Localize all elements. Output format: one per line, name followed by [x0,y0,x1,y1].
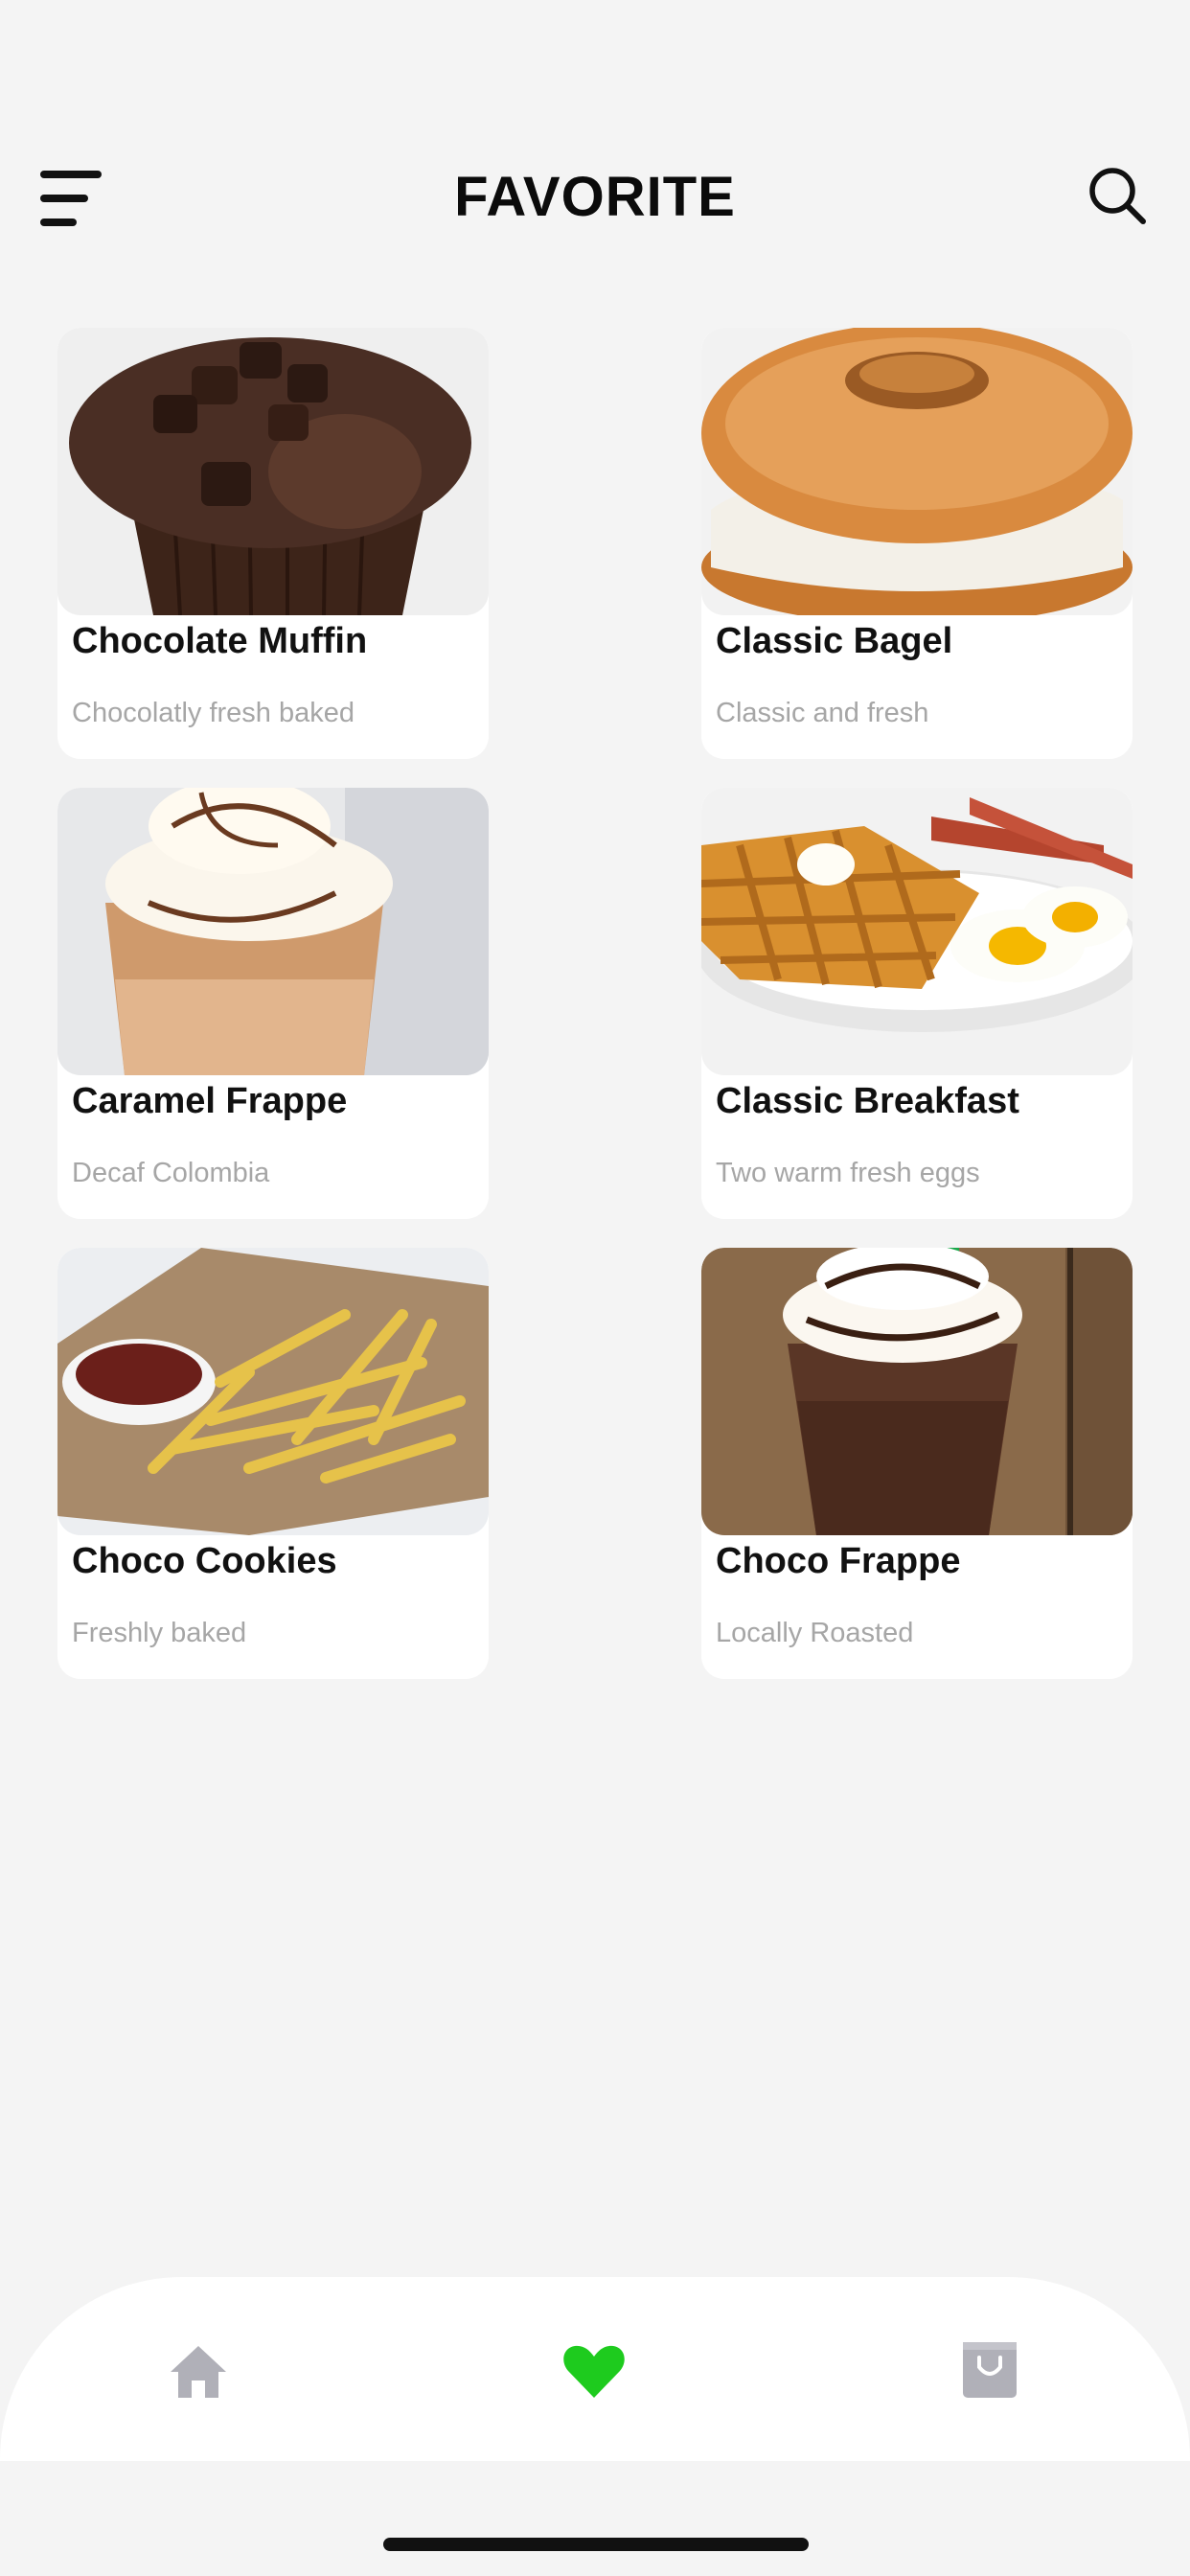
favorite-card[interactable]: Choco Cookies Freshly baked [57,1248,489,1679]
header: FAVORITE [0,0,1190,288]
product-name: Classic Breakfast [716,1081,1019,1121]
product-image-caramel-frappe [57,788,489,1075]
favorite-card[interactable]: Caramel Frappe Decaf Colombia [57,788,489,1219]
product-description: Two warm fresh eggs [716,1158,980,1188]
product-image-breakfast [701,788,1133,1075]
product-description: Freshly baked [72,1618,247,1648]
favorites-screen: FAVORITE Chocolate Muffin Chocolatly fre… [0,0,1190,2576]
home-indicator [383,2538,809,2551]
product-name: Classic Bagel [716,621,953,661]
product-name: Choco Cookies [72,1541,337,1581]
favorite-card[interactable]: Choco Frappe Locally Roasted [701,1248,1133,1679]
product-image-bagel [701,328,1133,615]
search-icon[interactable] [1087,165,1148,226]
page-title: FAVORITE [454,166,736,228]
bottom-nav [0,2277,1190,2461]
product-description: Classic and fresh [716,698,929,728]
favorite-card[interactable]: Classic Bagel Classic and fresh [701,328,1133,759]
favorites-grid: Chocolate Muffin Chocolatly fresh baked … [57,328,1133,1679]
product-image-muffin [57,328,489,615]
favorite-card[interactable]: Chocolate Muffin Chocolatly fresh baked [57,328,489,759]
product-image-choco-frappe [701,1248,1133,1535]
heart-icon[interactable] [561,2338,628,2405]
favorite-card[interactable]: Classic Breakfast Two warm fresh eggs [701,788,1133,1219]
product-name: Chocolate Muffin [72,621,368,661]
shopping-bag-icon[interactable] [956,2334,1023,2402]
product-description: Locally Roasted [716,1618,914,1648]
home-icon[interactable] [165,2338,232,2405]
product-name: Choco Frappe [716,1541,961,1581]
product-description: Decaf Colombia [72,1158,270,1188]
product-name: Caramel Frappe [72,1081,348,1121]
product-description: Chocolatly fresh baked [72,698,355,728]
product-image-fries [57,1248,489,1535]
